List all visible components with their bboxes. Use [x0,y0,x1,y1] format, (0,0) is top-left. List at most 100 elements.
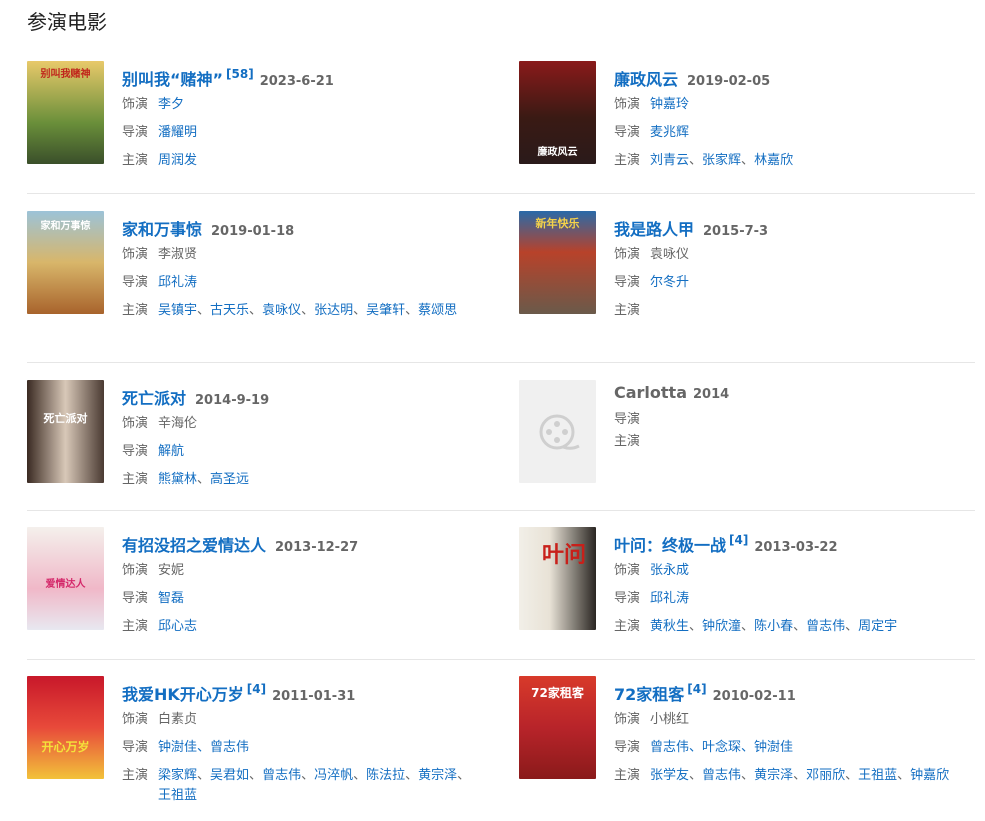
cast-member-link[interactable]: 古天乐 [210,303,249,318]
cast-separator: 、 [897,768,911,783]
poster-placeholder[interactable] [519,380,596,483]
cast-member-link[interactable]: 陈法拉 [366,768,405,783]
director-value[interactable] [650,410,974,430]
role-value: 辛海伦 [158,416,198,431]
cast-list[interactable]: 周润发 [158,151,482,171]
cast-separator: 、 [793,619,807,634]
director-label: 导演 [122,740,149,755]
cast-member-link[interactable]: 王祖蓝 [158,788,197,803]
role-label: 饰演 [614,247,641,262]
cast-member-link[interactable]: 黄宗泽 [754,768,793,783]
cast-separator: 、 [197,303,211,318]
poster-title: 廉政风云 [537,147,578,158]
cast-list[interactable]: 熊黛林、高圣远 [158,470,482,490]
cast-member-link[interactable]: 张家辉 [702,153,741,168]
director-value[interactable]: 潘耀明 [158,123,482,143]
cast-list[interactable] [650,301,974,321]
cast-member-link[interactable]: 张学友 [650,768,689,783]
movie-title-link[interactable]: 有招没招之爱情达人 [122,536,266,555]
cast-separator: 、 [301,303,315,318]
cast-member-link[interactable]: 林嘉欣 [754,153,793,168]
director-value[interactable]: 钟澍佳、曾志伟 [158,738,482,758]
cast-member-link[interactable]: 曾志伟 [262,768,301,783]
movie-poster[interactable]: 家和万事惊 [27,211,104,314]
poster-title: 爱情达人 [45,579,86,590]
movie-title-link[interactable]: 72家租客 [614,685,684,704]
role-value[interactable]: 张永成 [650,561,974,581]
cast-member-link[interactable]: 周定宇 [858,619,897,634]
movie-poster[interactable]: 死亡派对 [27,380,104,483]
cast-label: 主演 [122,303,149,318]
cast-list[interactable]: 黄秋生、钟欣潼、陈小春、曾志伟、周定宇 [650,617,974,637]
role-value[interactable]: 钟嘉玲 [650,95,974,115]
cast-member-link[interactable]: 吴肇轩 [366,303,405,318]
role-value[interactable]: 李夕 [158,95,482,115]
cast-member-link[interactable]: 吴镇宇 [158,303,197,318]
role-label: 饰演 [614,563,641,578]
cast-member-link[interactable]: 曾志伟 [702,768,741,783]
movie-poster[interactable]: 廉政风云 [519,61,596,164]
cast-member-link[interactable]: 周润发 [158,153,197,168]
cast-member-link[interactable]: 袁咏仪 [262,303,301,318]
cast-member-link[interactable]: 刘青云 [650,153,689,168]
citation-badge[interactable]: [4] [729,533,748,547]
release-date: 2010-02-11 [712,689,796,704]
cast-member-link[interactable]: 高圣远 [210,472,249,487]
movie-title-link[interactable]: 死亡派对 [122,389,186,408]
citation-badge[interactable]: [58] [226,67,254,81]
cast-list[interactable]: 刘青云、张家辉、林嘉欣 [650,151,974,171]
role-value: 白素贞 [158,712,198,727]
cast-list[interactable]: 张学友、曾志伟、黄宗泽、邓丽欣、王祖蓝、钟嘉欣 [650,766,980,786]
director-value[interactable]: 解航 [158,442,482,462]
director-label: 导演 [614,412,641,427]
release-date: 2023-6-21 [259,74,334,89]
cast-member-link[interactable]: 王祖蓝 [858,768,897,783]
director-value[interactable]: 麦兆辉 [650,123,974,143]
director-value[interactable]: 智磊 [158,589,482,609]
role-label: 饰演 [122,416,149,431]
movie-title-link[interactable]: 家和万事惊 [122,220,202,239]
director-value[interactable]: 邱礼涛 [158,273,482,293]
movie-title-link[interactable]: 廉政风云 [614,70,678,89]
cast-member-link[interactable]: 钟欣潼 [702,619,741,634]
cast-member-link[interactable]: 梁家辉 [158,768,197,783]
movie-poster[interactable]: 新年快乐 [519,211,596,314]
citation-badge[interactable]: [4] [687,682,706,696]
movie-poster[interactable]: 开心万岁 [27,676,104,779]
cast-member-link[interactable]: 钟嘉欣 [910,768,949,783]
cast-member-link[interactable]: 蔡颂思 [418,303,457,318]
movie-title-link[interactable]: 我是路人甲 [614,220,694,239]
director-value[interactable]: 曾志伟、叶念琛、钟澍佳 [650,738,974,758]
cast-label: 主演 [122,153,149,168]
cast-member-link[interactable]: 熊黛林 [158,472,197,487]
release-date: 2015-7-3 [703,224,769,239]
cast-separator: 、 [301,768,315,783]
cast-label: 主演 [614,153,641,168]
cast-member-link[interactable]: 邓丽欣 [806,768,845,783]
cast-member-link[interactable]: 吴君如 [210,768,249,783]
cast-list[interactable] [650,432,974,452]
cast-list[interactable]: 梁家辉、吴君如、曾志伟、冯淬帆、陈法拉、黄宗泽、王祖蓝 [158,766,478,806]
citation-badge[interactable]: [4] [247,682,266,696]
release-date: 2013-03-22 [754,540,838,555]
cast-member-link[interactable]: 张达明 [314,303,353,318]
cast-member-link[interactable]: 黄秋生 [650,619,689,634]
poster-title: 叶问 [541,543,586,568]
movie-title-link[interactable]: 我爱HK开心万岁 [122,685,244,704]
cast-separator: 、 [845,619,859,634]
cast-list[interactable]: 吴镇宇、古天乐、袁咏仪、张达明、吴肇轩、蔡颂思 [158,301,478,321]
cast-member-link[interactable]: 邱心志 [158,619,197,634]
movie-title-link[interactable]: 别叫我“赌神” [122,70,223,89]
movie-poster[interactable]: 叶问 [519,527,596,630]
cast-member-link[interactable]: 陈小春 [754,619,793,634]
movie-poster[interactable]: 别叫我赌神 [27,61,104,164]
cast-member-link[interactable]: 曾志伟 [806,619,845,634]
movie-poster[interactable]: 爱情达人 [27,527,104,630]
movie-title-link[interactable]: 叶问：终极一战 [614,536,726,555]
movie-poster[interactable]: 72家租客 [519,676,596,779]
director-value[interactable]: 邱礼涛 [650,589,974,609]
cast-list[interactable]: 邱心志 [158,617,482,637]
director-value[interactable]: 尔冬升 [650,273,974,293]
cast-member-link[interactable]: 冯淬帆 [314,768,353,783]
cast-member-link[interactable]: 黄宗泽 [418,768,457,783]
